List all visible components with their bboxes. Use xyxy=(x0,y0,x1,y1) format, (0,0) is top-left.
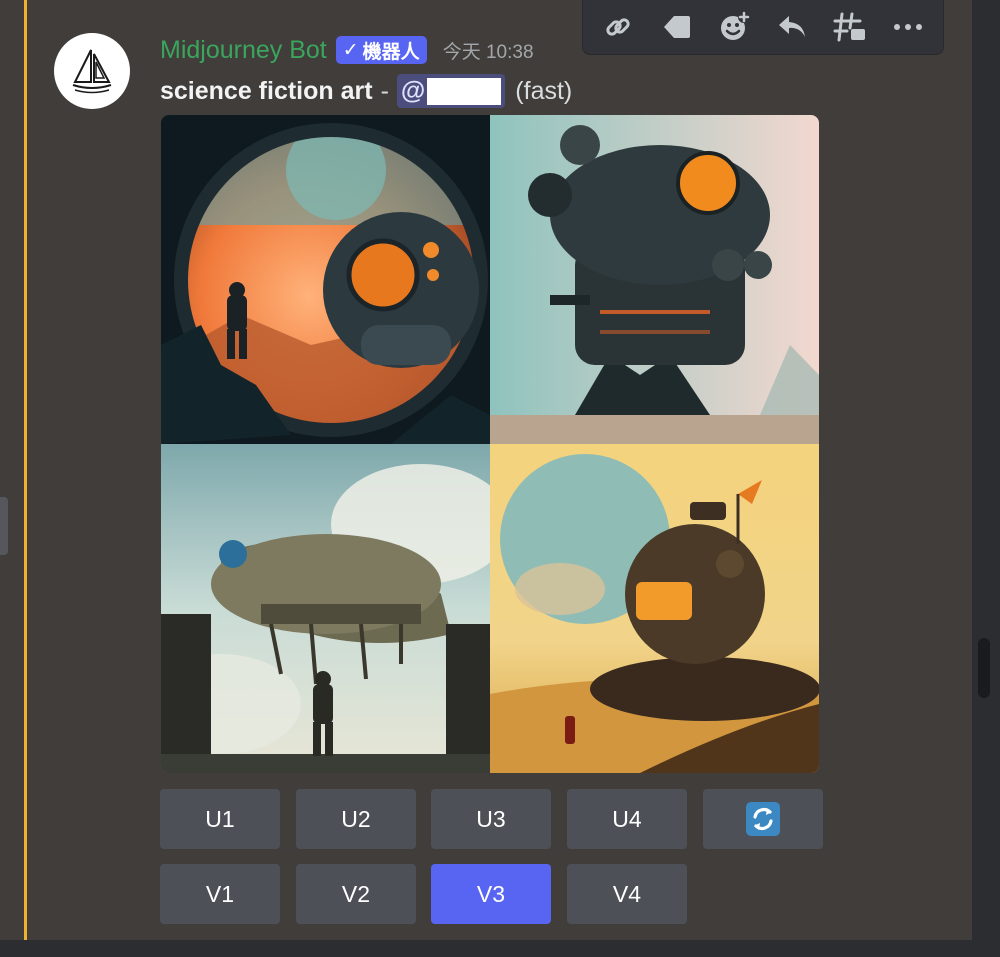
message-timestamp[interactable]: 今天 10:38 xyxy=(443,37,534,64)
upscale-button-3[interactable]: U3 xyxy=(431,789,551,849)
tower-spaceship-image xyxy=(490,115,819,444)
image-panel-4[interactable] xyxy=(490,444,819,773)
variation-button-4[interactable]: V4 xyxy=(567,864,687,924)
image-panel-1[interactable] xyxy=(161,115,490,444)
speed-label: (fast) xyxy=(515,76,573,105)
user-mention[interactable]: @ xyxy=(396,74,506,108)
more-icon[interactable] xyxy=(886,5,930,49)
refresh-icon xyxy=(746,802,780,836)
upscale-button-2[interactable]: U2 xyxy=(296,789,416,849)
prompt-text: science fiction art xyxy=(160,76,373,105)
bot-badge: ✓ 機器人 xyxy=(335,36,427,64)
upscale-button-4[interactable]: U4 xyxy=(567,789,687,849)
image-panel-2[interactable] xyxy=(490,115,819,444)
upscale-button-1[interactable]: U1 xyxy=(160,789,280,849)
message-header: Midjourney Bot ✓ 機器人 今天 10:38 xyxy=(160,32,534,68)
prompt-separator: - xyxy=(380,76,389,105)
tag-icon[interactable] xyxy=(654,5,698,49)
link-icon[interactable] xyxy=(596,5,640,49)
create-thread-icon[interactable] xyxy=(828,5,872,49)
chat-frame: Midjourney Bot ✓ 機器人 今天 10:38 science fi… xyxy=(0,0,1000,957)
redacted-username xyxy=(427,77,502,105)
scrollbar-thumb[interactable] xyxy=(978,638,990,698)
dome-house-desert-image xyxy=(490,444,819,773)
variation-button-1[interactable]: V1 xyxy=(160,864,280,924)
sidebar-collapse-handle[interactable] xyxy=(0,497,8,555)
reroll-button[interactable] xyxy=(703,789,823,849)
sailboat-logo-icon xyxy=(72,49,112,94)
avatar[interactable] xyxy=(54,33,130,109)
variation-button-2[interactable]: V2 xyxy=(296,864,416,924)
verified-check-icon: ✓ xyxy=(342,39,359,61)
bot-badge-label: 機器人 xyxy=(362,41,420,63)
message-action-toolbar xyxy=(582,0,944,55)
image-panel-3[interactable] xyxy=(161,444,490,773)
scrollbar-track[interactable] xyxy=(978,0,990,957)
reply-icon[interactable] xyxy=(770,5,814,49)
add-reaction-icon[interactable] xyxy=(712,5,756,49)
astronaut-porthole-image xyxy=(161,115,490,444)
prompt-line: science fiction art - @ (fast) xyxy=(160,73,572,109)
mention-prefix: @ xyxy=(400,76,426,105)
mention-highlight-bar xyxy=(24,0,27,940)
author-name[interactable]: Midjourney Bot xyxy=(160,36,327,65)
flying-airship-image xyxy=(161,444,490,773)
image-grid[interactable] xyxy=(161,115,819,773)
variation-button-3[interactable]: V3 xyxy=(431,864,551,924)
